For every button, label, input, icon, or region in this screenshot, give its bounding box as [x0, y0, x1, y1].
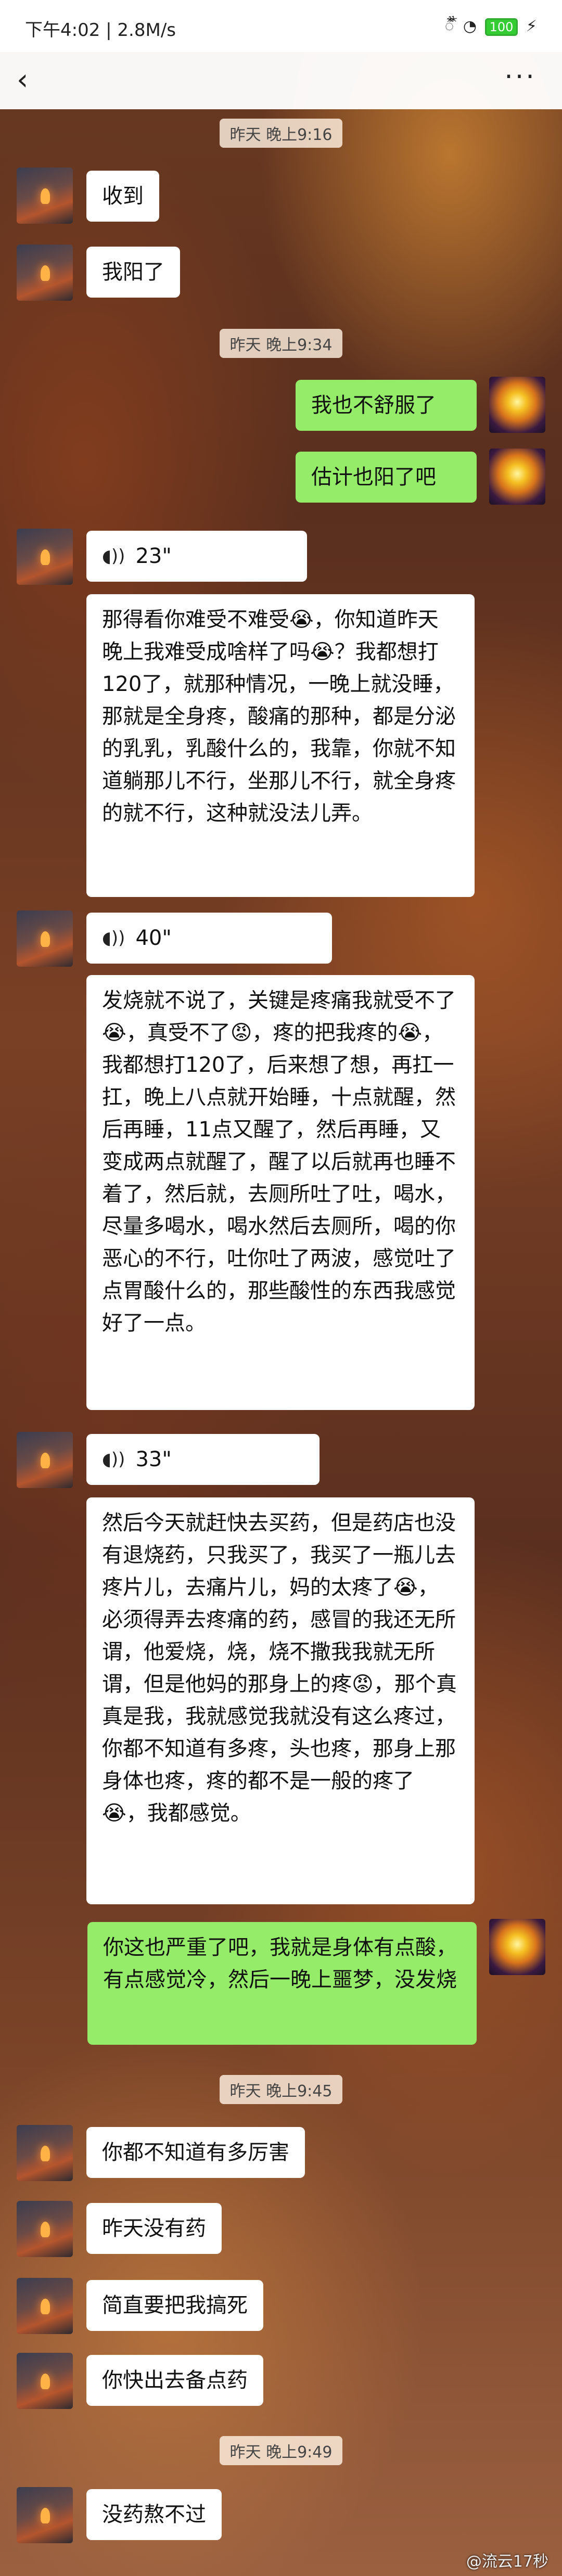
voice-transcript-bubble[interactable]: 然后今天就赶快去买药，但是药店也没有退烧药，只我买了，我买了一瓶儿去疼片儿，去痛… [86, 1497, 475, 1904]
contact-avatar[interactable] [17, 2353, 73, 2409]
contact-avatar[interactable] [17, 245, 73, 301]
message-bubble-sent[interactable]: 你这也严重了吧，我就是身体有点酸，有点感觉冷，然后一晚上噩梦，没发烧 [87, 1922, 477, 2045]
message-bubble-received[interactable]: 没药熬不过 [86, 2489, 222, 2540]
voice-wave-icon: ◖)) [102, 1449, 125, 1470]
contact-avatar[interactable] [17, 529, 73, 585]
charging-icon: ⚡ [526, 17, 537, 35]
message-bubble-received[interactable]: 昨天没有药 [86, 2203, 222, 2254]
message-bubble-sent[interactable]: 估计也阳了吧 [296, 452, 477, 503]
my-avatar[interactable] [489, 448, 545, 505]
signal-icon: ᭰ ᭰ ◔ [444, 17, 477, 35]
status-bar: 下午4:02 | 2.8M/s ᭰ ᭰ ◔ 100 ⚡ [0, 0, 562, 52]
voice-message-bubble[interactable]: ◖)) 23" [86, 531, 307, 582]
voice-transcript-bubble[interactable]: 那得看你难受不难受😭，你知道昨天晚上我难受成啥样了吗😭？我都想打120了，就那种… [86, 594, 475, 897]
contact-avatar[interactable] [17, 168, 73, 224]
message-bubble-received[interactable]: 你快出去备点药 [86, 2355, 263, 2406]
status-icons: ᭰ ᭰ ◔ 100 ⚡ [445, 15, 537, 43]
more-options-button[interactable]: ··· [500, 61, 541, 98]
contact-avatar[interactable] [17, 1432, 73, 1488]
my-avatar[interactable] [489, 1919, 545, 1975]
message-bubble-received[interactable]: 简直要把我搞死 [86, 2280, 263, 2331]
my-avatar[interactable] [489, 377, 545, 433]
timestamp: 昨天 晚上9:45 [0, 2075, 562, 2104]
chat-header: ‹ ··· [0, 52, 562, 109]
message-bubble-received[interactable]: 你都不知道有多厉害 [86, 2127, 305, 2178]
voice-message-bubble[interactable]: ◖)) 33" [86, 1434, 320, 1485]
message-bubble-sent[interactable]: 我也不舒服了 [296, 380, 477, 431]
timestamp: 昨天 晚上9:49 [0, 2436, 562, 2465]
battery-icon: 100 [484, 18, 518, 36]
watermark: @流云17秒 [466, 2553, 548, 2571]
voice-message-bubble[interactable]: ◖)) 40" [86, 913, 332, 964]
contact-avatar[interactable] [17, 911, 73, 967]
contact-avatar[interactable] [17, 2278, 73, 2334]
back-button[interactable]: ‹ [17, 65, 48, 96]
voice-duration: 33" [135, 1447, 172, 1471]
voice-transcript-bubble[interactable]: 发烧就不说了，关键是疼痛我就受不了😭，真受不了😡，疼的把我疼的😭，我都想打120… [86, 975, 475, 1410]
message-bubble-received[interactable]: 我阳了 [86, 247, 180, 298]
voice-duration: 40" [135, 926, 172, 950]
contact-avatar[interactable] [17, 2201, 73, 2257]
voice-wave-icon: ◖)) [102, 546, 125, 567]
status-time: 下午4:02 | 2.8M/s [25, 20, 176, 41]
contact-avatar[interactable] [17, 2125, 73, 2181]
contact-avatar[interactable] [17, 2487, 73, 2543]
timestamp: 昨天 晚上9:16 [0, 119, 562, 148]
timestamp: 昨天 晚上9:34 [0, 329, 562, 358]
voice-duration: 23" [135, 544, 172, 568]
message-bubble-received[interactable]: 收到 [86, 171, 159, 222]
voice-wave-icon: ◖)) [102, 928, 125, 949]
